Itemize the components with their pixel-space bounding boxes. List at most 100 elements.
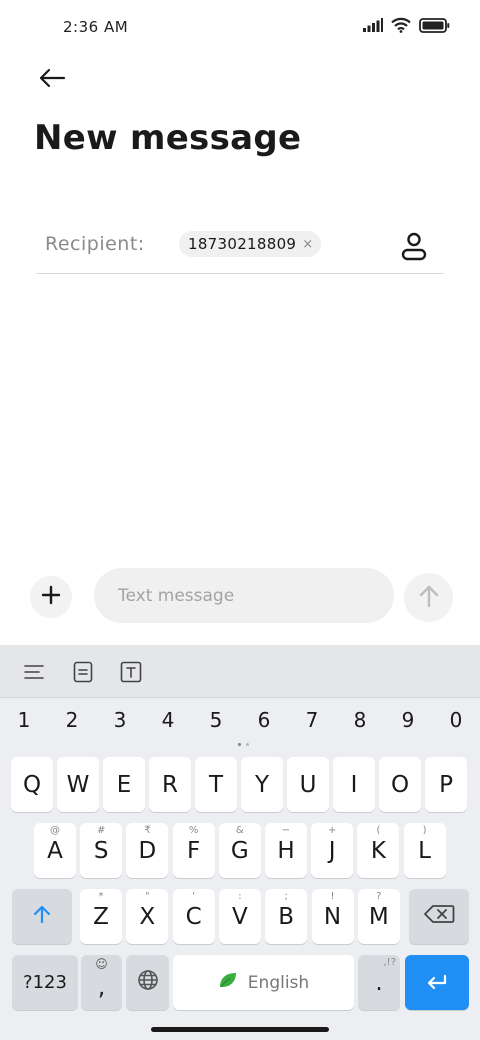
key-letter: U [299,771,317,798]
key-secondary-symbol: ! [330,891,335,902]
key-letter: H [277,837,295,864]
key-secondary-symbol: : [238,891,242,902]
letter-key[interactable]: O [379,757,421,812]
letter-key[interactable]: R [149,757,191,812]
page-title: New message [34,118,302,158]
letter-key[interactable]: U [287,757,329,812]
key-secondary-symbol: ₹ [144,825,151,836]
globe-icon [137,969,159,997]
letter-key[interactable]: @ A [34,823,76,878]
letter-key[interactable]: − H [265,823,307,878]
status-icons [363,17,450,33]
space-key[interactable]: English [173,955,354,1010]
key-letter: L [418,837,431,864]
backspace-key[interactable] [409,889,469,944]
key-letter: J [328,837,336,864]
key-letter: A [47,837,63,864]
key-secondary-symbol: + [327,825,337,836]
letter-key[interactable]: % F [172,823,215,878]
key-letter: I [350,771,358,798]
recipient-chip[interactable]: 18730218809 × [179,231,322,257]
key-secondary-symbol: ( [376,825,381,836]
letter-key[interactable]: ) L [403,823,446,878]
letter-key[interactable]: * Z [80,889,122,944]
status-bar: 2:36 AM [0,0,480,56]
key-letter: R [162,771,178,798]
key-letter: W [66,771,90,798]
text-format-icon[interactable] [118,659,144,685]
letter-key[interactable]: " X [126,889,169,944]
back-arrow-icon [38,68,66,92]
letter-key[interactable]: ; B [265,889,308,944]
number-key[interactable]: 7 [292,708,332,732]
key-secondary-symbol: ) [422,825,427,836]
recipient-number: 18730218809 [188,235,297,253]
back-button[interactable] [34,64,70,96]
person-icon [398,232,430,266]
key-secondary-symbol: ? [376,891,382,902]
clipboard-icon[interactable] [70,659,96,685]
key-letter: K [370,837,386,864]
key-letter: D [138,837,157,864]
key-letter: N [323,903,342,930]
letter-key[interactable]: # S [80,823,123,878]
letter-key[interactable]: W [57,757,99,812]
letter-key[interactable]: + J [311,823,354,878]
recipient-label: Recipient: [45,233,145,255]
letter-key[interactable]: (K [357,823,400,878]
key-letter: O [390,771,410,798]
key-secondary-symbol: & [235,825,244,836]
key-letter: G [230,837,249,864]
letter-key[interactable]: ? M [357,889,400,944]
space-label: English [247,972,310,993]
letter-key[interactable]: & G [218,823,261,878]
letter-key[interactable]: E [103,757,145,812]
key-letter: Z [93,903,109,930]
enter-icon [426,970,448,996]
menu-icon[interactable] [21,659,47,685]
letter-key[interactable]: T [195,757,237,812]
period-label: . [375,969,383,996]
letter-key[interactable]: Q [11,757,53,812]
message-input[interactable] [94,568,394,623]
letter-key[interactable]: P [425,757,467,812]
key-letter: Y [254,771,270,798]
symbols-key[interactable]: ?123 [12,955,78,1010]
number-key[interactable]: 2 [52,708,92,732]
number-key[interactable]: 4 [148,708,188,732]
letter-key[interactable]: Y [241,757,283,812]
number-key[interactable]: 0 [436,708,476,732]
remove-recipient-icon[interactable]: × [302,238,313,251]
number-key[interactable]: 1 [4,708,44,732]
letter-key[interactable]: I [333,757,375,812]
number-row: 1234567890 [0,708,480,740]
period-key[interactable]: ,!? . [358,955,400,1010]
number-key[interactable]: 6 [244,708,284,732]
key-letter: Q [22,771,42,798]
number-key[interactable]: 5 [196,708,236,732]
shift-key[interactable] [12,889,72,944]
number-key[interactable]: 3 [100,708,140,732]
letter-key[interactable]: ' C [172,889,215,944]
arrow-up-icon [418,584,440,612]
emoji-key[interactable]: ☺ , [81,955,122,1010]
letter-key[interactable]: ! N [311,889,354,944]
letter-key[interactable]: :V [218,889,261,944]
number-key[interactable]: 8 [340,708,380,732]
letter-key[interactable]: ₹ D [126,823,169,878]
emoji-icon: ☺ [95,957,108,971]
backspace-icon [423,904,455,930]
send-button[interactable] [404,573,453,622]
language-key[interactable] [126,955,169,1010]
key-secondary-symbol: ; [284,891,288,902]
home-indicator[interactable] [151,1027,329,1032]
recipient-row[interactable]: Recipient: 18730218809 × [36,220,444,274]
number-key[interactable]: 9 [388,708,428,732]
enter-key[interactable] [405,955,469,1010]
keyboard-toolbar [0,645,480,698]
key-secondary-symbol: * [98,891,104,902]
key-letter: C [185,903,202,930]
contacts-button[interactable] [398,230,430,262]
attach-button[interactable] [30,576,72,618]
key-letter: V [232,903,248,930]
